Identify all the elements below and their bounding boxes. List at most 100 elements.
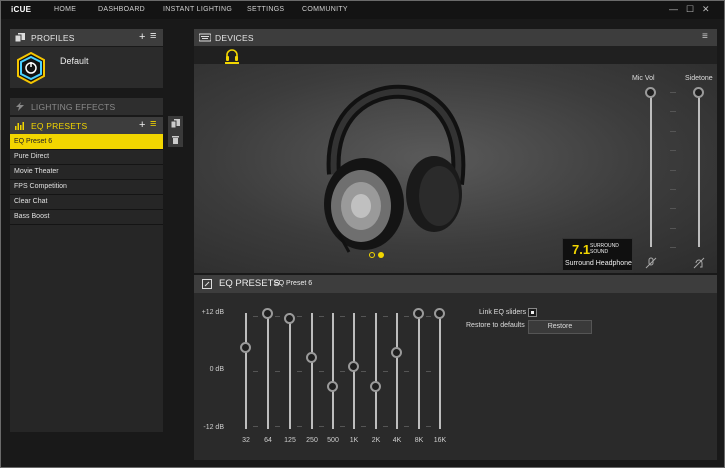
equalizer-icon <box>15 122 24 130</box>
mic-mute-icon[interactable] <box>645 257 657 269</box>
eq-tick <box>297 426 302 427</box>
eq-band-knob[interactable] <box>370 380 381 392</box>
eq-band-track[interactable] <box>245 313 247 429</box>
add-eq-preset-button[interactable]: + <box>139 119 145 131</box>
restore-button[interactable]: Restore <box>528 320 592 334</box>
eq-band-label: 32 <box>242 437 250 444</box>
devices-menu-button[interactable]: ≡ <box>702 31 708 42</box>
eq-band-track[interactable] <box>311 313 313 429</box>
profile-avatar-icon <box>17 52 45 84</box>
eq-header: EQ PRESETS EQ Preset 6 <box>194 275 717 293</box>
eq-tick <box>253 371 258 372</box>
eq-preset-name: EQ Preset 6 <box>274 280 313 287</box>
preset-tools <box>168 116 183 147</box>
mic-tick <box>670 150 676 152</box>
eq-tick <box>319 371 324 372</box>
eq-tick <box>426 426 431 427</box>
nav-home[interactable]: HOME <box>54 6 76 13</box>
eq-band-knob[interactable] <box>240 341 251 353</box>
mic-tick <box>670 92 676 93</box>
delete-icon[interactable] <box>171 135 180 144</box>
eq-tick <box>404 371 409 372</box>
db-top-label: +12 dB <box>201 309 224 316</box>
eq-band-knob[interactable] <box>391 346 402 358</box>
carousel-dot[interactable] <box>369 252 375 258</box>
eq-tick <box>319 426 324 427</box>
close-button[interactable]: ✕ <box>702 4 710 15</box>
eq-tick <box>275 316 280 317</box>
device-strip <box>194 46 717 64</box>
eq-tick <box>361 316 366 317</box>
db-mid-label: 0 dB <box>209 366 224 373</box>
eq-tick <box>275 426 280 427</box>
eq-band-track[interactable] <box>267 313 269 429</box>
eq-band-track[interactable] <box>418 313 420 429</box>
mic-tick <box>670 247 676 248</box>
sidetone-knob[interactable] <box>693 87 704 98</box>
surround-caption: Surround Headphone <box>565 260 632 267</box>
eq-preset-item[interactable]: Movie Theater <box>10 165 163 180</box>
mic-vol-track[interactable] <box>650 92 652 247</box>
eq-band-knob[interactable] <box>348 361 359 373</box>
maximize-button[interactable]: ☐ <box>686 4 694 15</box>
nav-settings[interactable]: SETTINGS <box>247 6 284 13</box>
device-preview: Mic Vol Sidetone <box>194 64 717 273</box>
eq-presets-list-title: EQ PRESETS <box>31 121 88 131</box>
eq-band-label: 125 <box>284 437 296 444</box>
profile-row[interactable]: Default <box>10 47 163 88</box>
eq-preset-item[interactable]: FPS Competition <box>10 180 163 195</box>
profiles-menu-button[interactable]: ≡ <box>150 30 156 42</box>
eq-band-knob[interactable] <box>434 308 445 319</box>
eq-tick <box>297 371 302 372</box>
eq-band-knob[interactable] <box>262 308 273 319</box>
eq-tick <box>275 371 280 372</box>
nav-instant-lighting[interactable]: INSTANT LIGHTING <box>163 6 232 13</box>
eq-band-track[interactable] <box>396 313 398 429</box>
eq-band-knob[interactable] <box>306 351 317 363</box>
minimize-button[interactable]: — <box>669 4 678 14</box>
eq-preset-item[interactable]: Bass Boost <box>10 210 163 225</box>
mic-tick <box>670 111 676 113</box>
app-logo: iCUE <box>11 5 32 14</box>
eq-presets-menu-button[interactable]: ≡ <box>150 118 156 130</box>
eq-band-track[interactable] <box>439 313 441 429</box>
headset-device-icon[interactable] <box>225 48 239 62</box>
profile-name: Default <box>60 56 89 66</box>
restore-defaults-label: Restore to defaults <box>466 322 525 329</box>
link-eq-label: Link EQ sliders <box>479 309 527 316</box>
nav-dashboard[interactable]: DASHBOARD <box>98 6 145 13</box>
db-bottom-label: -12 dB <box>203 424 224 431</box>
eq-band-knob[interactable] <box>327 380 338 392</box>
eq-preset-item[interactable]: Clear Chat <box>10 195 163 210</box>
surround-bottom: SOUND <box>590 249 609 255</box>
sidetone-mute-icon[interactable] <box>693 257 705 269</box>
eq-tick <box>383 316 388 317</box>
lighting-effects-title: LIGHTING EFFECTS <box>31 102 116 112</box>
eq-band-label: 16K <box>433 437 447 444</box>
mic-vol-knob[interactable] <box>645 87 656 98</box>
eq-band-track[interactable] <box>332 313 334 429</box>
eq-band-knob[interactable] <box>284 312 295 324</box>
edit-icon[interactable] <box>202 279 212 289</box>
eq-band-knob[interactable] <box>413 308 424 319</box>
link-eq-checkbox[interactable] <box>528 308 537 317</box>
mic-tick <box>670 169 676 171</box>
eq-tick <box>361 426 366 427</box>
copy-icon[interactable] <box>171 119 180 128</box>
eq-band-track[interactable] <box>289 313 291 429</box>
sidetone-track[interactable] <box>698 92 700 247</box>
add-profile-button[interactable]: + <box>139 31 145 43</box>
eq-tick <box>340 371 345 372</box>
mic-vol-label: Mic Vol <box>632 75 655 82</box>
carousel-dot-active[interactable] <box>378 252 384 258</box>
mic-tick <box>670 208 676 210</box>
eq-band-track[interactable] <box>375 313 377 429</box>
eq-preset-item[interactable]: EQ Preset 6 <box>10 135 163 150</box>
surround-big: 7.1 <box>572 242 591 257</box>
devices-header: DEVICES ≡ <box>194 29 717 46</box>
eq-preset-item[interactable]: Pure Direct <box>10 150 163 165</box>
eq-tick <box>383 426 388 427</box>
lighting-effects-header[interactable]: LIGHTING EFFECTS <box>10 98 163 115</box>
nav-community[interactable]: COMMUNITY <box>302 6 348 13</box>
eq-tick <box>297 316 302 317</box>
